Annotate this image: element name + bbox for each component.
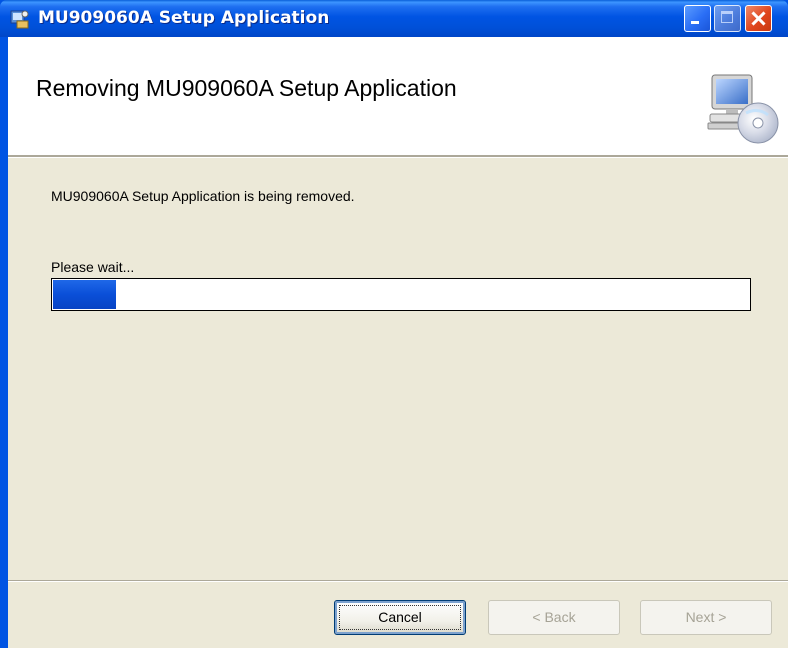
minimize-button[interactable]: [684, 5, 711, 32]
computer-cd-icon: [707, 74, 779, 144]
header-divider: [8, 155, 788, 158]
back-button-label: < Back: [532, 609, 576, 625]
window-title: MU909060A Setup Application: [38, 8, 330, 28]
please-wait-label: Please wait...: [51, 259, 135, 275]
next-button-label: Next >: [685, 609, 727, 625]
focus-rect: [339, 605, 461, 630]
progress-bar-fill: [53, 280, 116, 309]
installer-app-icon: [10, 10, 29, 29]
dialog-client-area: Removing MU909060A Setup Application MU9…: [8, 37, 788, 648]
minimize-icon: [691, 21, 699, 24]
footer-divider: [8, 580, 788, 582]
next-button[interactable]: Next >: [640, 600, 772, 635]
setup-window: MU909060A Setup Application Removing MU9…: [0, 0, 788, 648]
page-title: Removing MU909060A Setup Application: [36, 75, 457, 101]
close-button[interactable]: [745, 5, 772, 32]
title-bar[interactable]: MU909060A Setup Application: [0, 0, 788, 37]
status-text: MU909060A Setup Application is being rem…: [51, 188, 355, 204]
back-button[interactable]: < Back: [488, 600, 620, 635]
close-icon: [746, 6, 771, 31]
progress-bar: [51, 278, 751, 311]
cancel-button[interactable]: Cancel: [334, 600, 466, 635]
maximize-icon: [721, 11, 733, 23]
dialog-header: Removing MU909060A Setup Application: [8, 37, 788, 155]
maximize-button[interactable]: [714, 5, 741, 32]
